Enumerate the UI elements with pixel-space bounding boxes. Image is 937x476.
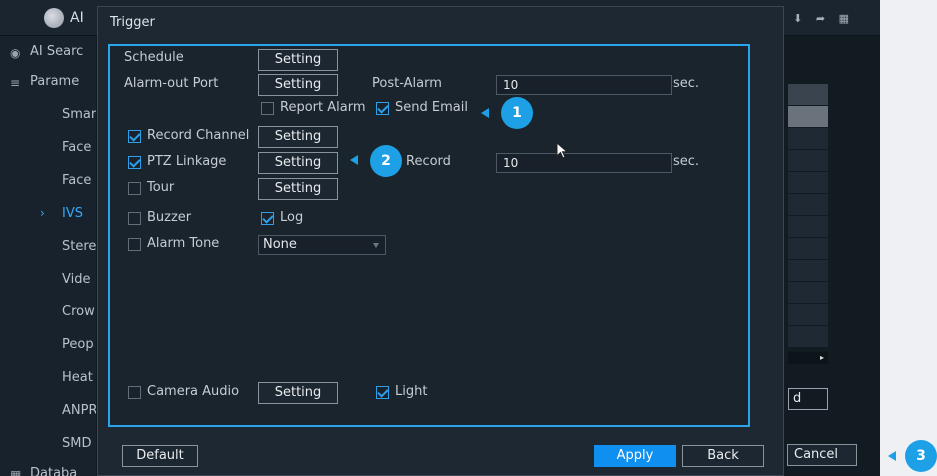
buzzer-label: Buzzer <box>147 210 192 225</box>
record-channel-label: Record Channel <box>147 128 250 143</box>
sidebar-item-smd[interactable]: SMD <box>0 430 96 460</box>
topbar-icons[interactable]: ⬇ ➦ ▦ <box>793 12 854 25</box>
buzzer-checkbox[interactable] <box>128 212 141 225</box>
callout-pointer-2 <box>350 155 358 165</box>
post-record-unit: sec. <box>673 154 700 169</box>
sidebar-item-database[interactable]: ▦ Databa <box>0 460 96 476</box>
table-row <box>788 150 828 172</box>
table-row <box>788 128 828 150</box>
trigger-dialog: Trigger Schedule Setting Alarm-out Port … <box>97 6 784 476</box>
sidebar-item-smart[interactable]: Smar <box>0 101 96 131</box>
report-alarm-label: Report Alarm <box>280 100 366 115</box>
chevron-right-icon: › <box>40 206 45 220</box>
alarm-tone-label: Alarm Tone <box>147 236 220 251</box>
log-checkbox[interactable] <box>261 212 274 225</box>
post-alarm-input[interactable]: 10 <box>496 75 672 95</box>
sidebar-item-crowd[interactable]: Crow <box>0 298 96 328</box>
sidebar-item-stereo[interactable]: Stere <box>0 233 96 263</box>
table-row <box>788 326 828 348</box>
camera-audio-checkbox[interactable] <box>128 386 141 399</box>
post-alarm-label: Post-Alarm <box>372 76 442 91</box>
record-channel-checkbox[interactable] <box>128 130 141 143</box>
sidebar-item-heat[interactable]: Heat <box>0 364 96 394</box>
sidebar-item-face-1[interactable]: Face <box>0 134 96 164</box>
camera-audio-label: Camera Audio <box>147 384 240 399</box>
database-icon: ▦ <box>10 468 22 476</box>
sidebar-item-people[interactable]: Peop <box>0 331 96 361</box>
sidebar-item-video[interactable]: Vide <box>0 266 96 296</box>
alarm-tone-select[interactable]: None <box>258 235 386 255</box>
sidebar-item-ai-search[interactable]: ◉ AI Searc <box>0 38 96 68</box>
ptz-linkage-checkbox[interactable] <box>128 156 141 169</box>
table-row <box>788 260 828 282</box>
post-record-input[interactable]: 10 <box>496 153 672 173</box>
table-row <box>788 194 828 216</box>
alarm-out-setting-button[interactable]: Setting <box>258 74 338 96</box>
callout-badge-2: 2 <box>370 145 402 177</box>
tour-label: Tour <box>147 180 175 195</box>
background-field[interactable]: d <box>788 388 828 410</box>
alarm-tone-checkbox[interactable] <box>128 238 141 251</box>
callout-badge-3: 3 <box>905 440 937 472</box>
post-alarm-unit: sec. <box>673 76 700 91</box>
table-row <box>788 106 828 128</box>
ai-logo-icon <box>44 8 64 28</box>
list-icon: ≡ <box>10 76 21 90</box>
ptz-linkage-setting-button[interactable]: Setting <box>258 152 338 174</box>
callout-pointer-3 <box>888 451 896 461</box>
scrollbar[interactable]: ▸ <box>788 352 828 364</box>
sidebar-item-parameters[interactable]: ≡ Parame <box>0 68 96 98</box>
light-label: Light <box>395 384 428 399</box>
table-row <box>788 238 828 260</box>
post-record-label: Record <box>406 154 451 169</box>
table-row <box>788 84 828 106</box>
screenshot-stage: AI ⬇ ➦ ▦ ◉ AI Searc ≡ Parame Smar Face F… <box>0 0 937 476</box>
table-row <box>788 172 828 194</box>
dialog-title: Trigger <box>110 15 155 30</box>
search-icon: ◉ <box>10 46 21 60</box>
callout-badge-1: 1 <box>501 97 533 129</box>
alarm-tone-value: None <box>263 237 297 252</box>
sidebar: ◉ AI Searc ≡ Parame Smar Face Face › IVS… <box>0 36 96 476</box>
back-button[interactable]: Back <box>682 445 764 467</box>
app-title: AI <box>70 10 84 26</box>
default-button[interactable]: Default <box>122 445 198 467</box>
sidebar-item-anpr[interactable]: ANPR <box>0 397 96 427</box>
schedule-setting-button[interactable]: Setting <box>258 49 338 71</box>
sidebar-item-ivs[interactable]: › IVS <box>0 200 96 230</box>
report-alarm-checkbox[interactable] <box>261 102 274 115</box>
camera-audio-setting-button[interactable]: Setting <box>258 382 338 404</box>
ptz-linkage-label: PTZ Linkage <box>147 154 227 169</box>
alarm-out-port-label: Alarm-out Port <box>124 76 219 91</box>
table-row <box>788 216 828 238</box>
sidebar-item-face-2[interactable]: Face <box>0 167 96 197</box>
mouse-cursor-icon <box>556 142 569 159</box>
background-table: ▸ <box>788 84 828 374</box>
callout-pointer-1 <box>481 108 489 118</box>
cancel-button[interactable]: Cancel <box>787 444 857 466</box>
send-email-checkbox[interactable] <box>376 102 389 115</box>
trigger-settings-panel: Schedule Setting Alarm-out Port Setting … <box>108 44 750 427</box>
chevron-down-icon <box>373 243 379 248</box>
table-row <box>788 282 828 304</box>
light-checkbox[interactable] <box>376 386 389 399</box>
tour-setting-button[interactable]: Setting <box>258 178 338 200</box>
schedule-label: Schedule <box>124 50 184 65</box>
apply-button[interactable]: Apply <box>594 445 676 467</box>
record-channel-setting-button[interactable]: Setting <box>258 126 338 148</box>
table-row <box>788 304 828 326</box>
log-label: Log <box>280 210 304 225</box>
tour-checkbox[interactable] <box>128 182 141 195</box>
send-email-label: Send Email <box>395 100 468 115</box>
